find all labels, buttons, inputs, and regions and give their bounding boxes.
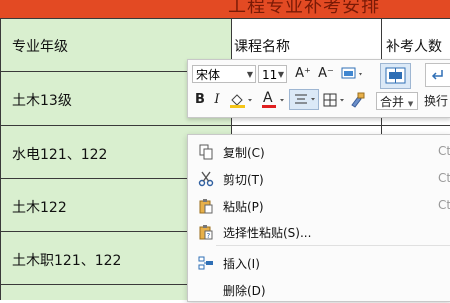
mini-format-toolbar: 宋体 ▼ 11 ▼ A⁺ A⁻ B I A 合并 ▼ 换行 (187, 59, 450, 118)
scissors-icon (198, 171, 214, 187)
fill-bucket-icon (230, 94, 252, 108)
wrap-text-icon (431, 70, 443, 80)
align-center-button[interactable] (289, 89, 319, 110)
chevron-down-icon: ▼ (407, 100, 414, 108)
menu-item-label: 粘贴(P) (223, 200, 264, 214)
menu-item-shortcut: Ctr (438, 171, 450, 185)
fill-color-button[interactable] (228, 91, 256, 109)
grid-line (0, 18, 1, 300)
grid-line (0, 125, 450, 126)
context-menu: 复制(C) Ct 剪切(T) Ctr 粘贴(P) Ctr ? 选择性粘贴(S).… (187, 134, 450, 302)
sheet-title: 工程专业补考安排 (228, 0, 380, 17)
menu-item-label: 选择性粘贴(S)... (223, 226, 312, 240)
cell-major-grade[interactable]: 土木122 (12, 197, 67, 217)
insert-icon (198, 256, 213, 270)
sheet-title-band: 工程专业补考安排 (0, 0, 450, 18)
menu-item-shortcut: Ct (438, 144, 450, 158)
format-style-button[interactable] (339, 65, 365, 83)
grid-line (0, 18, 450, 19)
merge-dropdown[interactable]: 合并 ▼ (376, 92, 418, 110)
wrap-label[interactable]: 换行 (424, 92, 450, 110)
merge-cells-icon (385, 67, 406, 84)
menu-item-paste-special[interactable]: ? 选择性粘贴(S)... (188, 219, 450, 245)
menu-item-label: 插入(I) (223, 257, 260, 271)
wrap-text-button[interactable] (425, 63, 450, 87)
svg-text:?: ? (207, 232, 211, 240)
chevron-down-icon: ▼ (277, 70, 284, 79)
font-color-swatch (262, 105, 276, 108)
cell-major-grade[interactable]: 土木职121、122 (12, 250, 121, 270)
italic-button[interactable]: I (210, 91, 224, 109)
font-size-select[interactable]: 11 ▼ (258, 65, 287, 83)
menu-item-label: 剪切(T) (223, 173, 264, 187)
format-painter-button[interactable] (348, 91, 366, 109)
menu-item-cut[interactable]: 剪切(T) Ctr (188, 166, 450, 192)
menu-item-paste[interactable]: 粘贴(P) Ctr (188, 193, 450, 219)
cell-major-grade[interactable]: 土木13级 (12, 90, 72, 110)
copy-icon (199, 144, 213, 160)
header-major-grade[interactable]: 专业年级 (12, 36, 68, 56)
menu-item-insert[interactable]: 插入(I) (188, 250, 450, 276)
shrink-font-button[interactable]: A⁻ (317, 65, 335, 83)
font-color-button[interactable]: A (260, 90, 288, 109)
merge-label: 合并 (380, 95, 405, 109)
align-center-icon (295, 94, 315, 104)
menu-item-label: 删除(D) (223, 284, 266, 298)
menu-item-delete[interactable]: 删除(D) (188, 277, 450, 303)
format-painter-icon (351, 92, 365, 108)
borders-button[interactable] (321, 91, 347, 109)
merge-cells-button[interactable] (380, 63, 411, 89)
font-size-value: 11 (262, 68, 278, 82)
bold-button[interactable]: B (192, 91, 208, 109)
cell-major-grade[interactable]: 水电121、122 (12, 144, 107, 164)
paste-special-icon: ? (199, 225, 213, 240)
header-course-name[interactable]: 课程名称 (234, 36, 290, 56)
menu-item-copy[interactable]: 复制(C) Ct (188, 139, 450, 165)
header-exam-count[interactable]: 补考人数 (386, 36, 442, 56)
font-name-select[interactable]: 宋体 ▼ (192, 65, 256, 83)
menu-item-shortcut: Ctr (438, 198, 450, 212)
shrink-font-icon: A⁻ (318, 66, 334, 81)
grow-font-icon: A⁺ (295, 66, 311, 81)
font-name-value: 宋体 (196, 68, 221, 82)
format-style-icon (341, 67, 362, 79)
menu-item-label: 复制(C) (223, 146, 265, 160)
grow-font-button[interactable]: A⁺ (294, 65, 312, 83)
menu-separator (216, 245, 450, 246)
chevron-down-icon: ▼ (246, 70, 253, 79)
borders-icon (323, 93, 344, 107)
paste-icon (199, 199, 213, 214)
